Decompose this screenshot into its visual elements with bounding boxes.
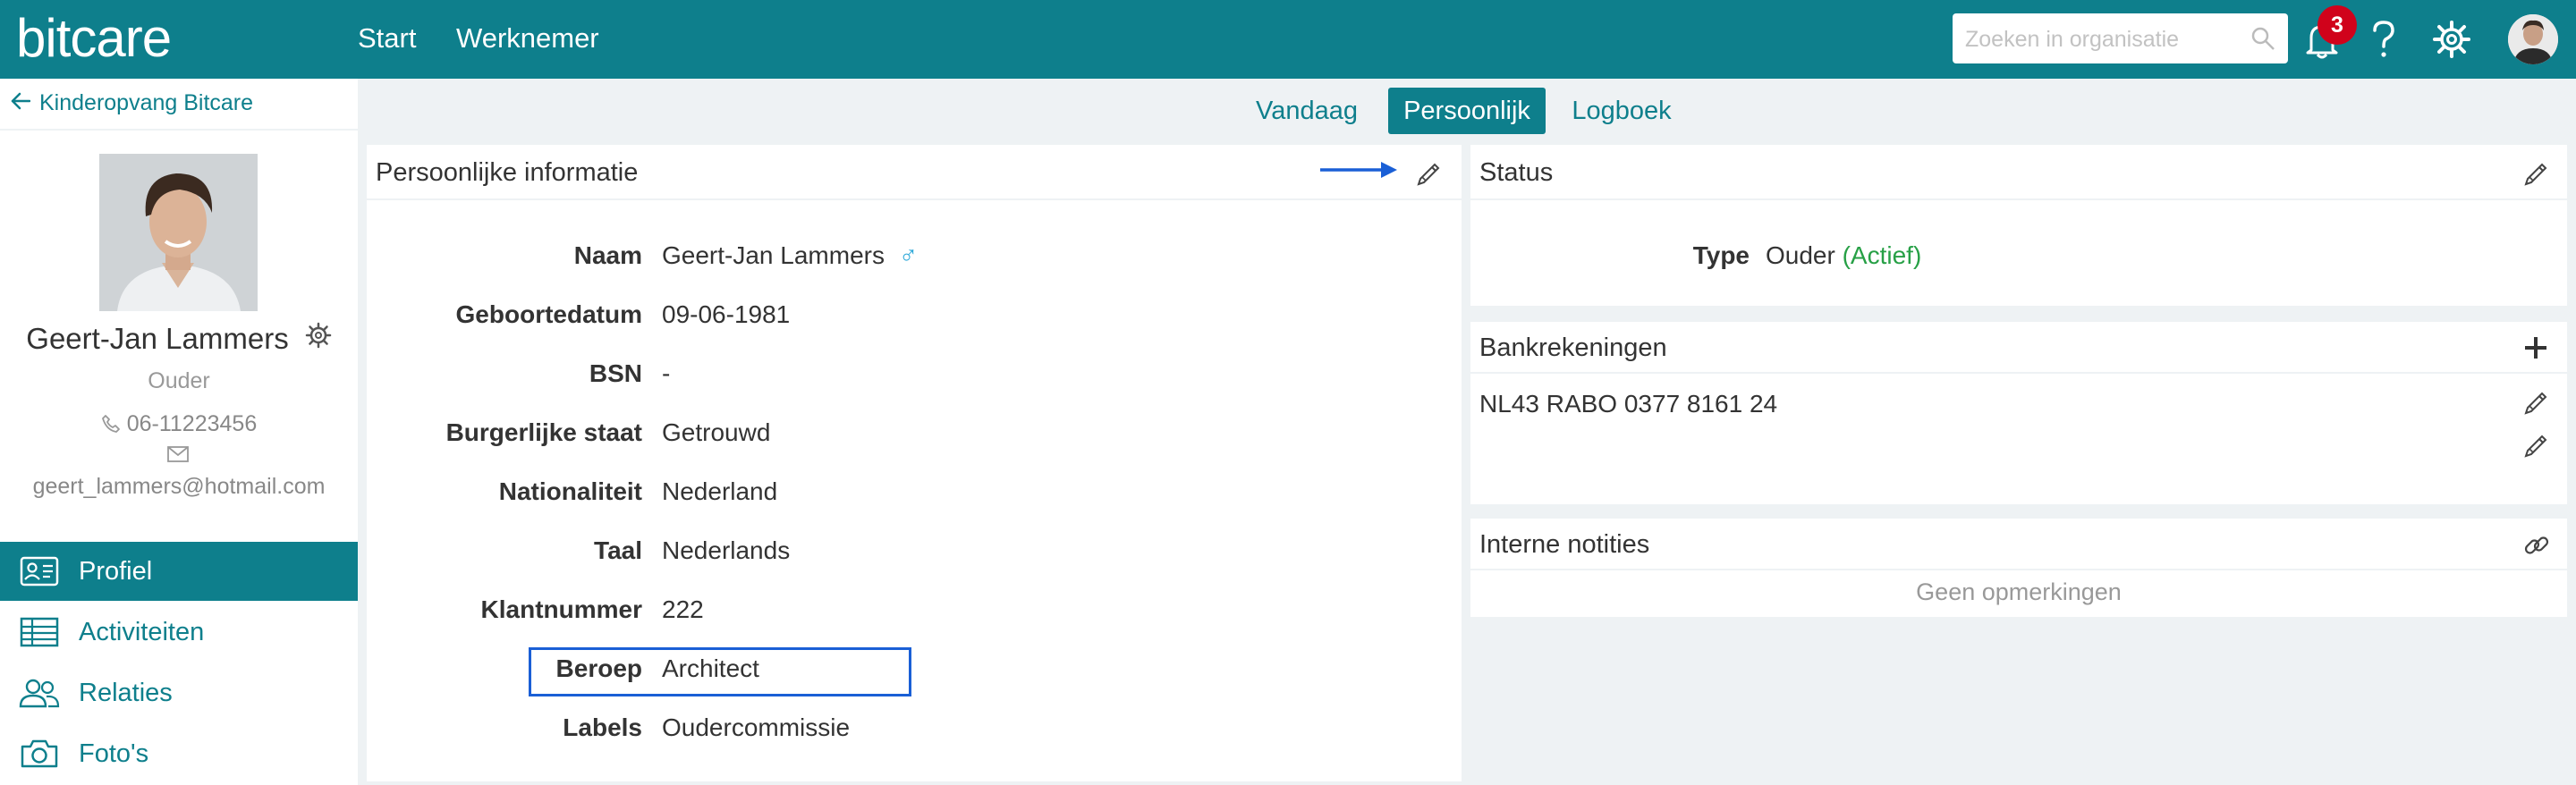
table-icon bbox=[0, 617, 79, 647]
field-label: Geboortedatum bbox=[455, 300, 642, 328]
gear-icon[interactable] bbox=[305, 320, 332, 358]
edit-personal-icon[interactable] bbox=[1415, 159, 1444, 195]
notes-empty: Geen opmerkingen bbox=[1916, 578, 2122, 605]
personal-info-title: Persoonlijke informatie bbox=[376, 158, 639, 187]
status-panel: Status bbox=[1470, 145, 2567, 306]
top-bar: bitcare Start Werknemer 3 bbox=[0, 0, 2576, 79]
field-label: Beroep bbox=[555, 654, 642, 682]
menu-activiteiten-label: Activiteiten bbox=[79, 617, 205, 646]
link-icon[interactable] bbox=[2522, 531, 2551, 567]
status-type-row: Type bbox=[1470, 238, 1750, 274]
field-klantnummer: Klantnummer bbox=[367, 592, 642, 628]
divider bbox=[0, 129, 358, 131]
status-type-label: Type bbox=[1692, 241, 1750, 269]
menu-relaties-label: Relaties bbox=[79, 678, 173, 707]
search-icon[interactable] bbox=[2250, 26, 2275, 55]
field-label: Naam bbox=[573, 241, 642, 269]
naam-value: Geert-Jan Lammers bbox=[662, 241, 885, 269]
profile-photo bbox=[99, 154, 258, 311]
nav-werknemer[interactable]: Werknemer bbox=[456, 20, 599, 57]
profile-name-row: Geert-Jan Lammers bbox=[0, 320, 358, 358]
profile-phone-row: 06-11223456 bbox=[0, 411, 358, 437]
profile-phone[interactable]: 06-11223456 bbox=[127, 411, 258, 436]
field-taal: Taal bbox=[367, 533, 642, 569]
sidebar: Kinderopvang Bitcare Geert-Jan Lammers O… bbox=[0, 79, 358, 785]
status-type-value-row: Ouder (Actief) bbox=[1766, 238, 1921, 274]
tab-persoonlijk[interactable]: Persoonlijk bbox=[1388, 88, 1546, 134]
field-value: Nederlands bbox=[662, 536, 791, 564]
field-labels: Labels bbox=[367, 710, 642, 746]
nav-start[interactable]: Start bbox=[358, 20, 416, 57]
menu-profiel-label: Profiel bbox=[79, 556, 153, 586]
help-icon[interactable] bbox=[2371, 20, 2396, 63]
search-box[interactable] bbox=[1953, 13, 2288, 65]
bitcare-logo[interactable]: bitcare bbox=[16, 7, 172, 70]
field-label: Labels bbox=[563, 713, 642, 741]
field-beroep: Beroep bbox=[367, 651, 642, 687]
menu-activiteiten[interactable]: Activiteiten bbox=[0, 603, 358, 662]
notes-panel: Interne notities Geen opmerkingen bbox=[1470, 519, 2567, 617]
mail-icon bbox=[166, 445, 190, 468]
status-title: Status bbox=[1479, 158, 1554, 187]
field-value: 222 bbox=[662, 595, 704, 623]
camera-icon bbox=[0, 739, 79, 769]
field-bsn: BSN bbox=[367, 356, 642, 392]
menu-fotos-label: Foto's bbox=[79, 739, 149, 768]
field-naam: Naam bbox=[367, 238, 642, 274]
menu-profiel[interactable]: Profiel bbox=[0, 542, 358, 601]
tab-vandaag[interactable]: Vandaag bbox=[1250, 88, 1363, 134]
bank-title: Bankrekeningen bbox=[1479, 333, 1667, 362]
field-label: Burgerlijke staat bbox=[445, 418, 642, 446]
field-value: Nederland bbox=[662, 477, 778, 505]
notes-header: Interne notities bbox=[1470, 519, 2567, 570]
id-card-icon bbox=[0, 556, 79, 587]
bank-header: Bankrekeningen bbox=[1470, 322, 2567, 374]
notification-badge: 3 bbox=[2318, 5, 2357, 45]
bank-panel: Bankrekeningen NL43 RABO 0377 8161 24 bbox=[1470, 322, 2567, 504]
field-label: BSN bbox=[589, 359, 642, 387]
edit-bank-icon[interactable] bbox=[2522, 388, 2551, 421]
profile-name: Geert-Jan Lammers bbox=[26, 322, 289, 355]
user-avatar[interactable] bbox=[2508, 14, 2558, 64]
field-burgerlijke-staat: Burgerlijke staat bbox=[367, 415, 642, 451]
phone-icon bbox=[101, 411, 127, 436]
back-link[interactable]: Kinderopvang Bitcare bbox=[11, 88, 253, 118]
users-icon bbox=[0, 678, 79, 708]
field-label: Taal bbox=[594, 536, 642, 564]
profile-role: Ouder bbox=[148, 368, 210, 393]
tab-logboek[interactable]: Logboek bbox=[1565, 88, 1678, 134]
search-input[interactable] bbox=[1963, 13, 2244, 65]
field-value: Getrouwd bbox=[662, 418, 771, 446]
menu-relaties[interactable]: Relaties bbox=[0, 663, 358, 722]
plus-icon[interactable] bbox=[2522, 334, 2549, 368]
field-value: - bbox=[662, 359, 671, 387]
field-value: Oudercommissie bbox=[662, 713, 851, 741]
field-value: 09-06-1981 bbox=[662, 300, 791, 328]
edit-status-icon[interactable] bbox=[2522, 159, 2551, 195]
status-active: (Actief) bbox=[1842, 241, 1922, 269]
status-header: Status bbox=[1470, 145, 2567, 200]
field-geboortedatum: Geboortedatum bbox=[367, 297, 642, 333]
back-link-label: Kinderopvang Bitcare bbox=[39, 90, 254, 115]
field-label: Nationaliteit bbox=[498, 477, 642, 505]
field-label: Klantnummer bbox=[480, 595, 642, 623]
profile-email[interactable]: geert_lammers@hotmail.com bbox=[0, 474, 358, 500]
status-type-value: Ouder bbox=[1766, 241, 1835, 269]
field-value: Geert-Jan Lammers ♂ bbox=[662, 238, 918, 274]
settings-icon[interactable] bbox=[2432, 20, 2471, 63]
field-value: Architect bbox=[662, 654, 759, 682]
field-nationaliteit: Nationaliteit bbox=[367, 474, 642, 510]
bank-account: NL43 RABO 0377 8161 24 bbox=[1479, 390, 1778, 418]
edit-bank-icon-2[interactable] bbox=[2522, 431, 2551, 464]
arrow-left-icon bbox=[11, 88, 31, 118]
menu-fotos[interactable]: Foto's bbox=[0, 724, 358, 783]
notes-title: Interne notities bbox=[1479, 530, 1650, 559]
personal-info-header: Persoonlijke informatie bbox=[367, 145, 1462, 200]
male-icon: ♂ bbox=[898, 241, 918, 269]
arrow-right-icon bbox=[1318, 157, 1399, 187]
